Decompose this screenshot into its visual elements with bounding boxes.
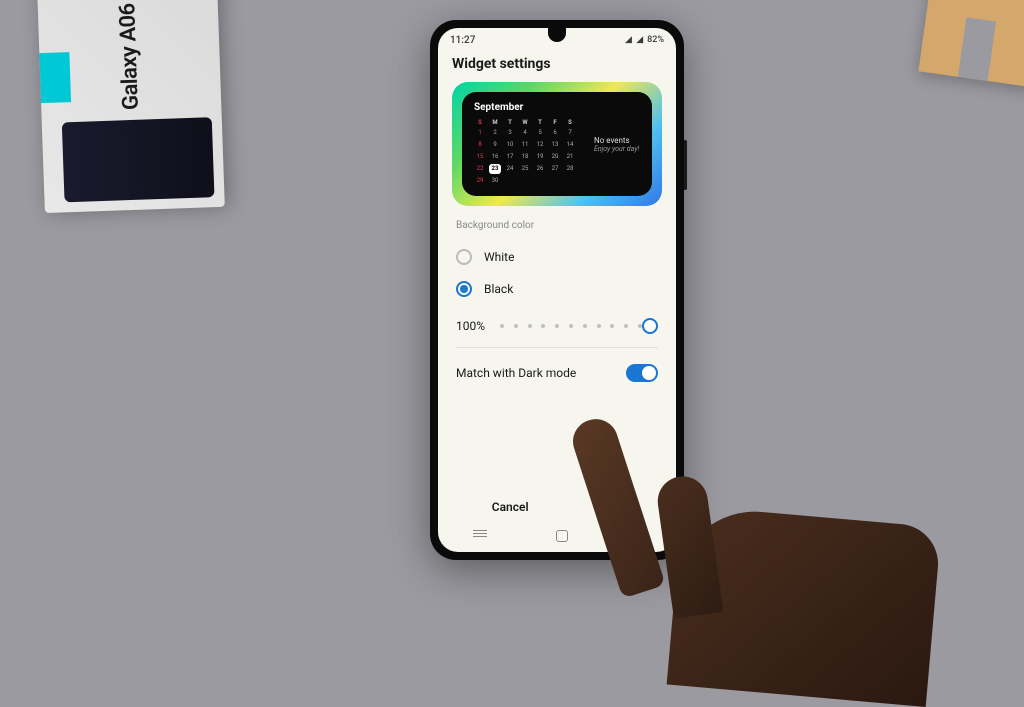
status-battery: 82% <box>647 35 664 45</box>
opacity-value: 100% <box>456 319 490 333</box>
widget-preview-background: September SMTWTFS12345678910111213141516… <box>452 82 662 206</box>
calendar-day: 27 <box>549 164 561 174</box>
home-button[interactable] <box>556 530 568 542</box>
slider-thumb-icon <box>642 318 658 334</box>
product-box: Galaxy A06 <box>35 0 225 213</box>
calendar-day: 28 <box>564 164 576 174</box>
calendar-day: 20 <box>549 152 561 162</box>
radio-label: Black <box>484 282 513 296</box>
box-label: Galaxy A06 <box>115 3 144 110</box>
calendar-day: 12 <box>534 140 546 150</box>
day-header: S <box>474 119 486 126</box>
radio-option-white[interactable]: White <box>456 241 658 273</box>
radio-icon <box>456 249 472 265</box>
calendar-day: 30 <box>489 176 501 186</box>
action-bar: Cancel Save <box>438 492 676 522</box>
day-header: S <box>564 119 576 126</box>
wooden-block <box>918 0 1024 88</box>
calendar-day: 16 <box>489 152 501 162</box>
day-header: F <box>549 119 561 126</box>
calendar-day: 3 <box>504 128 516 138</box>
opacity-slider[interactable] <box>500 324 658 328</box>
calendar-day <box>564 176 576 186</box>
phone-screen: 11:27 ◢ ◢ 82% Widget settings September … <box>438 28 676 552</box>
phone-frame: 11:27 ◢ ◢ 82% Widget settings September … <box>430 20 684 560</box>
page-title: Widget settings <box>452 56 662 72</box>
no-events-text: No events <box>594 136 630 145</box>
calendar-day: 26 <box>534 164 546 174</box>
calendar-day <box>504 176 516 186</box>
calendar-day: 29 <box>474 176 486 186</box>
day-header: T <box>504 119 516 126</box>
calendar-day: 18 <box>519 152 531 162</box>
calendar-day: 17 <box>504 152 516 162</box>
page-header: Widget settings <box>438 50 676 82</box>
save-button[interactable]: Save <box>576 492 642 522</box>
radio-icon <box>456 281 472 297</box>
signal-icon: ◢ ◢ <box>625 35 644 45</box>
box-phone-image <box>62 117 215 202</box>
recent-apps-button[interactable] <box>473 530 487 542</box>
calendar-grid: SMTWTFS123456789101112131415161718192021… <box>474 119 576 186</box>
calendar-day: 19 <box>534 152 546 162</box>
calendar-widget-preview: September SMTWTFS12345678910111213141516… <box>462 92 652 196</box>
radio-option-black[interactable]: Black <box>456 273 658 305</box>
day-header: T <box>534 119 546 126</box>
dark-mode-row: Match with Dark mode <box>456 348 658 398</box>
calendar-day: 13 <box>549 140 561 150</box>
calendar-day: 8 <box>474 140 486 150</box>
calendar-day: 22 <box>474 164 486 174</box>
calendar-day: 9 <box>489 140 501 150</box>
calendar-day: 21 <box>564 152 576 162</box>
dark-mode-toggle[interactable] <box>626 364 658 382</box>
calendar-day: 7 <box>564 128 576 138</box>
events-panel: No events Enjoy your day! <box>588 102 640 186</box>
bg-color-label: Background color <box>456 220 658 231</box>
box-accent <box>39 52 71 103</box>
dark-mode-label: Match with Dark mode <box>456 366 576 380</box>
radio-label: White <box>484 250 514 264</box>
day-header: W <box>519 119 531 126</box>
power-button <box>684 140 687 190</box>
calendar-day: 6 <box>549 128 561 138</box>
cancel-button[interactable]: Cancel <box>472 492 549 522</box>
calendar-day: 10 <box>504 140 516 150</box>
enjoy-text: Enjoy your day! <box>594 145 639 153</box>
day-header: M <box>489 119 501 126</box>
calendar-day <box>534 176 546 186</box>
calendar-day: 11 <box>519 140 531 150</box>
calendar-day: 1 <box>474 128 486 138</box>
calendar-day: 5 <box>534 128 546 138</box>
status-time: 11:27 <box>450 35 475 46</box>
calendar-day <box>519 176 531 186</box>
calendar-day <box>549 176 561 186</box>
calendar-day: 14 <box>564 140 576 150</box>
calendar-day: 2 <box>489 128 501 138</box>
calendar-day: 4 <box>519 128 531 138</box>
settings-section: Background color White Black 100% <box>438 220 676 398</box>
calendar-day: 15 <box>474 152 486 162</box>
navigation-bar: ‹ <box>438 524 676 548</box>
calendar-day: 24 <box>504 164 516 174</box>
opacity-slider-row: 100% <box>456 305 658 348</box>
calendar-day: 25 <box>519 164 531 174</box>
month-label: September <box>474 102 576 113</box>
back-button[interactable]: ‹ <box>637 528 641 544</box>
calendar-day: 23 <box>489 164 501 174</box>
